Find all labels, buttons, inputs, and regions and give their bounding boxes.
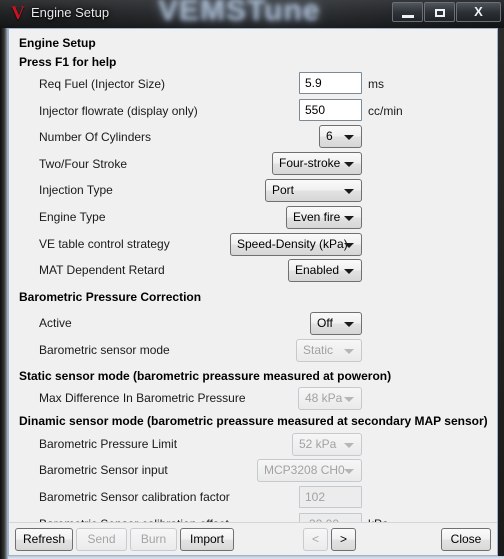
label-number-of-cylinders: Number Of Cylinders — [39, 130, 152, 144]
combo-value: Port — [272, 183, 295, 197]
chevron-down-icon — [344, 216, 354, 221]
dialog-toolbar: Refresh Send Burn Import < > Close — [9, 522, 497, 555]
combo-value: Even fire — [293, 210, 341, 224]
maximize-button[interactable] — [424, 2, 455, 22]
chevron-down-icon — [344, 162, 354, 167]
label-two-four-stroke: Two/Four Stroke — [39, 157, 128, 171]
unit-injector-flowrate: cc/min — [368, 104, 403, 118]
page-title: Engine Setup — [19, 36, 96, 50]
combo-active[interactable]: Off — [310, 312, 362, 335]
window-left-frame — [0, 28, 8, 559]
label-mat-dependent-retard: MAT Dependent Retard — [39, 263, 165, 277]
combo-engine-type[interactable]: Even fire — [286, 206, 362, 229]
combo-barometric-sensor-input: MCP3208 CH0 — [257, 459, 362, 482]
combo-value: Enabled — [295, 263, 340, 277]
combo-value: 48 kPa — [305, 391, 343, 405]
send-button: Send — [76, 528, 127, 551]
title-bar[interactable]: VEMSTune V Engine Setup X — [0, 0, 504, 28]
section-heading-static-sensor-mode: Static sensor mode (barometric preassure… — [19, 369, 392, 383]
combo-value: Speed-Density (kPa) — [237, 237, 348, 251]
next-page-button[interactable]: > — [331, 528, 356, 551]
label-engine-type: Engine Type — [39, 210, 106, 224]
combo-barometric-sensor-mode: Static — [296, 339, 362, 362]
close-button[interactable]: Close — [441, 528, 491, 551]
label-max-difference-in-barometric-pressure: Max Difference In Barometric Pressure — [39, 391, 246, 405]
close-window-button[interactable]: X — [456, 2, 501, 22]
combo-number-of-cylinders[interactable]: 6 — [319, 125, 362, 148]
combo-ve-table-control-strategy[interactable]: Speed-Density (kPa) — [230, 233, 362, 256]
engine-setup-window: VEMSTune V Engine Setup X Engine Setup P… — [0, 0, 504, 559]
label-ve-table-control-strategy: VE table control strategy — [39, 237, 170, 251]
window-controls: X — [391, 2, 501, 23]
combo-max-difference-in-barometric-pressure: 48 kPa — [298, 387, 362, 410]
label-barometric-sensor-mode: Barometric sensor mode — [39, 343, 170, 357]
minimize-button[interactable] — [392, 2, 423, 22]
label-injector-flowrate: Injector flowrate (display only) — [39, 104, 198, 118]
chevron-down-icon — [344, 349, 354, 354]
combo-two-four-stroke[interactable]: Four-stroke — [272, 152, 362, 175]
section-heading-dinamic-sensor-mode: Dinamic sensor mode (barometric preassur… — [19, 414, 488, 428]
burn-button: Burn — [130, 528, 177, 551]
chevron-down-icon — [344, 322, 354, 327]
chevron-down-icon — [344, 189, 354, 194]
settings-form: Engine Setup Press F1 for help Req Fuel … — [9, 29, 497, 524]
label-injection-type: Injection Type — [39, 183, 113, 197]
combo-injection-type[interactable]: Port — [265, 179, 362, 202]
input-barometric-sensor-calibration-factor — [299, 486, 362, 508]
maximize-icon — [435, 9, 445, 17]
chevron-down-icon — [344, 243, 354, 248]
help-hint: Press F1 for help — [19, 55, 117, 69]
minimize-icon — [402, 15, 414, 18]
combo-value: 6 — [326, 129, 333, 143]
chevron-down-icon — [344, 469, 354, 474]
label-barometric-pressure-limit: Barometric Pressure Limit — [39, 437, 178, 451]
previous-page-button: < — [303, 528, 328, 551]
combo-barometric-pressure-limit: 52 kPa — [292, 433, 362, 456]
chevron-down-icon — [344, 135, 354, 140]
window-title: Engine Setup — [31, 5, 110, 20]
combo-value: MCP3208 CH0 — [264, 463, 345, 477]
close-icon: X — [474, 4, 483, 19]
label-req-fuel: Req Fuel (Injector Size) — [39, 77, 166, 91]
combo-value: Off — [317, 316, 333, 330]
combo-value: Four-stroke — [279, 156, 341, 170]
combo-value: 52 kPa — [299, 437, 337, 451]
input-injector-flowrate[interactable] — [299, 99, 362, 121]
app-logo-icon: V — [11, 3, 25, 24]
dialog-client-area: Engine Setup Press F1 for help Req Fuel … — [8, 28, 498, 556]
chevron-down-icon — [344, 397, 354, 402]
combo-value: Static — [303, 343, 334, 357]
combo-mat-dependent-retard[interactable]: Enabled — [288, 259, 362, 282]
label-barometric-sensor-calibration-factor: Barometric Sensor calibration factor — [39, 490, 230, 504]
unit-req-fuel: ms — [368, 77, 384, 91]
label-barometric-sensor-input: Barometric Sensor input — [39, 463, 168, 477]
label-active: Active — [39, 316, 72, 330]
input-req-fuel[interactable] — [299, 72, 362, 94]
chevron-down-icon — [344, 269, 354, 274]
section-heading-barometric-pressure-correction: Barometric Pressure Correction — [19, 290, 202, 304]
import-button[interactable]: Import — [180, 528, 234, 551]
refresh-button[interactable]: Refresh — [15, 528, 73, 551]
chevron-down-icon — [344, 443, 354, 448]
